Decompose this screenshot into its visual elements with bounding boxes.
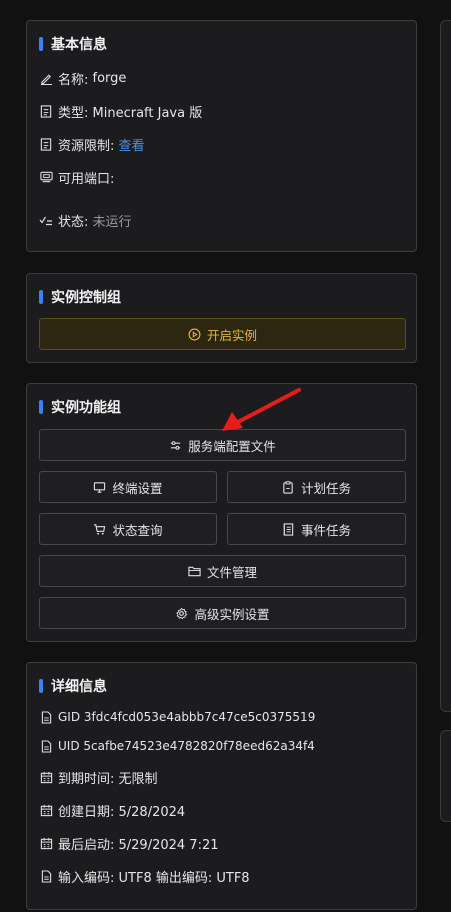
- resource-view-link[interactable]: 查看: [119, 135, 145, 154]
- clipboard-icon: [282, 480, 295, 494]
- calendar-icon: [39, 770, 53, 784]
- title-accent-bar: [39, 290, 43, 304]
- details-title: 详细信息: [39, 677, 107, 695]
- document-icon: [39, 137, 53, 151]
- instance-detail-page: 基本信息 名称: forge 类型: Minecraft Java 版 资源限制…: [0, 0, 451, 912]
- resource-row: 资源限制: 查看: [39, 135, 145, 154]
- basic-info-card: 基本信息 名称: forge 类型: Minecraft Java 版 资源限制…: [26, 20, 417, 252]
- calendar-icon: [39, 803, 53, 817]
- advanced-settings-button[interactable]: 高级实例设置: [39, 597, 406, 629]
- file-manager-button[interactable]: 文件管理: [39, 555, 406, 587]
- title-accent-bar: [39, 400, 43, 414]
- uid-row: UID 5cafbe74523e4782820f78eed62a34f4: [39, 737, 315, 755]
- check-list-icon: [39, 213, 53, 227]
- expire-row: 到期时间: 无限制: [39, 768, 158, 787]
- cart-icon: [93, 523, 106, 536]
- last-start-row: 最后启动: 5/29/2024 7:21: [39, 834, 219, 853]
- terminal-settings-button[interactable]: 终端设置: [39, 471, 217, 503]
- play-circle-icon: [188, 328, 201, 341]
- server-config-button[interactable]: 服务端配置文件: [39, 429, 406, 461]
- title-accent-bar: [39, 679, 43, 693]
- folder-icon: [188, 565, 201, 578]
- monitor-icon: [93, 481, 106, 494]
- details-card: 详细信息 GID 3fdc4fcd053e4abbb7c47ce5c037551…: [26, 662, 417, 910]
- schedule-task-button[interactable]: 计划任务: [227, 471, 406, 503]
- file-icon: [39, 710, 53, 724]
- status-row: 状态: 未运行: [39, 211, 132, 230]
- basic-info-title: 基本信息: [39, 35, 107, 53]
- sliders-icon: [169, 439, 182, 452]
- functions-title: 实例功能组: [39, 398, 121, 416]
- port-row: 可用端口:: [39, 168, 114, 187]
- file-icon: [39, 739, 53, 753]
- pencil-icon: [39, 71, 53, 85]
- notebook-icon: [282, 522, 295, 536]
- document-icon: [39, 104, 53, 118]
- file-icon: [39, 869, 53, 883]
- gear-icon: [175, 607, 188, 620]
- status-query-button[interactable]: 状态查询: [39, 513, 217, 545]
- encoding-row: 输入编码: UTF8 输出编码: UTF8: [39, 867, 250, 886]
- name-row: 名称: forge: [39, 69, 126, 88]
- gid-row: GID 3fdc4fcd053e4abbb7c47ce5c0375519: [39, 708, 315, 726]
- title-accent-bar: [39, 37, 43, 51]
- created-row: 创建日期: 5/28/2024: [39, 801, 185, 820]
- network-card-icon: [39, 170, 53, 184]
- calendar-icon: [39, 836, 53, 850]
- control-card: 实例控制组 开启实例: [26, 273, 417, 363]
- control-title: 实例控制组: [39, 288, 121, 306]
- functions-card: 实例功能组 服务端配置文件 终端设置 计划任务 状态查询 事件任务 文件管理 高…: [26, 383, 417, 642]
- type-row: 类型: Minecraft Java 版: [39, 102, 202, 121]
- status-value: 未运行: [92, 214, 132, 230]
- right-panel-top: [440, 20, 451, 712]
- right-panel-bottom: [440, 730, 451, 822]
- event-task-button[interactable]: 事件任务: [227, 513, 406, 545]
- start-instance-button[interactable]: 开启实例: [39, 318, 406, 350]
